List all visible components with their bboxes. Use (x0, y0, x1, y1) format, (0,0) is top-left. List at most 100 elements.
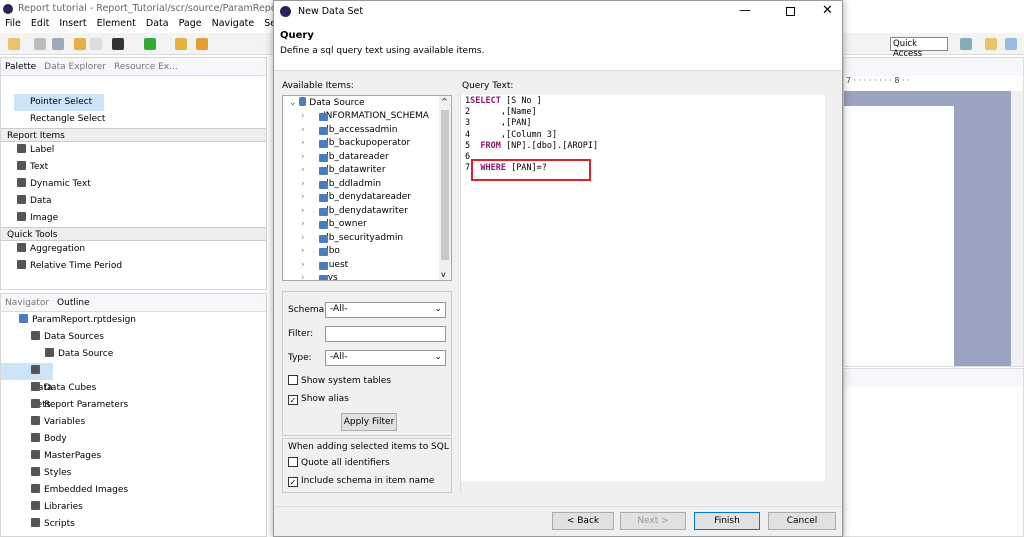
schema-tree-item[interactable]: sys (283, 272, 451, 280)
report-canvas[interactable] (844, 91, 1012, 366)
outline-item[interactable]: Libraries (1, 499, 266, 516)
save-icon[interactable] (34, 38, 46, 50)
quote-all-identifiers-checkbox[interactable]: Quote all identifiers (288, 457, 390, 468)
schema-tree-item[interactable]: db_denydatareader (283, 191, 451, 205)
close-icon[interactable]: ✕ (822, 3, 833, 18)
dialog-header: Query Define a sql query text using avai… (274, 23, 842, 71)
editor-panel: 7 · · · · · · · · 8 · · (843, 57, 1024, 367)
preview-icon[interactable] (112, 38, 124, 50)
palette-item[interactable]: Data (1, 193, 266, 210)
schema-label: db_backupoperator (323, 138, 411, 148)
rectangle-select-tool[interactable]: Rectangle Select (14, 111, 266, 128)
outline-item[interactable]: MasterPages (1, 448, 266, 465)
outline-item[interactable]: Data Sets (1, 363, 53, 410)
type-select[interactable]: -All- ⌄ (325, 350, 446, 366)
schema-tree-item[interactable]: db_denydatawriter (283, 205, 451, 219)
ruler-mark: 8 (894, 76, 900, 85)
outline-item[interactable]: Data Sources (1, 329, 266, 346)
apply-filter-button[interactable]: Apply Filter (341, 413, 397, 431)
menu-edit[interactable]: Edit (31, 18, 49, 32)
menu-insert[interactable]: Insert (59, 18, 86, 32)
item-icon (17, 161, 26, 170)
editor-vertical-scrollbar[interactable] (825, 95, 837, 481)
outline-item[interactable]: Report Parameters (1, 397, 266, 414)
schema-tree-item[interactable]: db_datawriter (283, 164, 451, 178)
outline-item[interactable]: Embedded Images (1, 482, 266, 499)
editor-scrollbar[interactable] (1011, 91, 1023, 366)
open-icon[interactable] (175, 38, 187, 50)
tree-scrollbar[interactable]: ^ v (439, 96, 451, 280)
tab-resource-explorer[interactable]: Resource Ex... (114, 62, 178, 72)
report-design-perspective-icon[interactable] (1005, 38, 1017, 50)
outline-item[interactable]: Data Cubes (1, 380, 266, 397)
item-icon (31, 331, 40, 340)
back-button[interactable]: < Back (552, 512, 614, 530)
palette-item[interactable]: Image (1, 210, 266, 227)
filter-group: Schema: -All- ⌄ Filter: Type: -All- ⌄ Show… (282, 291, 452, 436)
save-all-icon[interactable] (52, 38, 64, 50)
menu-element[interactable]: Element (97, 18, 136, 32)
run-icon[interactable] (144, 38, 156, 50)
schema-select[interactable]: -All- ⌄ (325, 302, 446, 318)
quick-tools-header[interactable]: Quick Tools (1, 227, 266, 241)
ruler-mark: 7 (846, 76, 852, 85)
quick-tool-item[interactable]: Aggregation (1, 241, 266, 258)
outline-item[interactable]: Scripts (1, 516, 266, 533)
minimize-icon[interactable]: — (739, 3, 751, 17)
undo-icon[interactable] (74, 38, 86, 50)
query-text-editor[interactable]: 1SELECT [S No ] 2 ,[Name] 3 ,[PAN] 4 ,[Colu… (460, 95, 838, 493)
resource-perspective-icon[interactable] (985, 38, 997, 50)
tab-palette[interactable]: Palette (5, 62, 36, 72)
outline-item[interactable]: Variables (1, 414, 266, 431)
tree-root[interactable]: ⌄ Data Source (283, 96, 451, 110)
menu-navigate[interactable]: Navigate (212, 18, 255, 32)
outline-root[interactable]: ParamReport.rptdesign (1, 312, 266, 329)
next-button[interactable]: Next > (620, 512, 686, 530)
cancel-button[interactable]: Cancel (768, 512, 836, 530)
report-items-header[interactable]: Report Items (1, 128, 266, 142)
menu-file[interactable]: File (5, 18, 21, 32)
include-schema-checkbox[interactable]: ✓ Include schema in item name (288, 476, 434, 487)
quick-tool-item[interactable]: Relative Time Period (1, 258, 266, 275)
schema-tree-item[interactable]: dbo (283, 245, 451, 259)
schema-tree-item[interactable]: db_securityadmin (283, 232, 451, 246)
schema-tree-item[interactable]: INFORMATION_SCHEMA (283, 110, 451, 124)
show-system-tables-checkbox[interactable]: Show system tables (288, 375, 391, 386)
perspective-icon[interactable] (960, 38, 972, 50)
item-icon (17, 243, 26, 252)
outline-item[interactable]: Styles (1, 465, 266, 482)
tab-data-explorer[interactable]: Data Explorer (44, 62, 106, 72)
available-items-tree[interactable]: ⌄ Data Source INFORMATION_SCHEMA db_acces… (282, 95, 452, 281)
pointer-select-tool[interactable]: Pointer Select (14, 94, 104, 111)
outline-item[interactable]: Body (1, 431, 266, 448)
tab-outline[interactable]: Outline (57, 298, 90, 308)
schema-tree-item[interactable]: db_datareader (283, 151, 451, 165)
maximize-icon[interactable] (786, 7, 795, 16)
menu-data[interactable]: Data (146, 18, 169, 32)
editor-horizontal-scrollbar[interactable] (461, 481, 838, 493)
schema-tree-item[interactable]: db_owner (283, 218, 451, 232)
schema-tree-item[interactable]: db_backupoperator (283, 137, 451, 151)
type-label: Type: (288, 353, 312, 363)
chevron-down-icon: ⌄ (434, 352, 442, 362)
schema-tree-item[interactable]: guest (283, 259, 451, 273)
quick-access-input[interactable]: Quick Access (890, 37, 948, 59)
tab-navigator[interactable]: Navigator (5, 298, 49, 308)
finish-button[interactable]: Finish (694, 512, 760, 530)
schema-tree-item[interactable]: db_accessadmin (283, 124, 451, 138)
menu-page[interactable]: Page (179, 18, 202, 32)
redo-icon[interactable] (90, 38, 102, 50)
sql-text: [S No ] (500, 96, 542, 106)
wand-icon[interactable] (196, 38, 208, 50)
palette-item[interactable]: Dynamic Text (1, 176, 266, 193)
palette-item[interactable]: Text (1, 159, 266, 176)
dialog-title: New Data Set (298, 6, 364, 17)
item-icon (31, 416, 40, 425)
new-icon[interactable] (8, 38, 20, 50)
palette-item[interactable]: Label (1, 142, 266, 159)
show-alias-checkbox[interactable]: ✓ Show alias (288, 394, 349, 405)
item-label: Styles (44, 468, 72, 478)
outline-item[interactable]: Data Source (1, 346, 266, 363)
filter-input[interactable] (325, 326, 446, 342)
schema-tree-item[interactable]: db_ddladmin (283, 178, 451, 192)
